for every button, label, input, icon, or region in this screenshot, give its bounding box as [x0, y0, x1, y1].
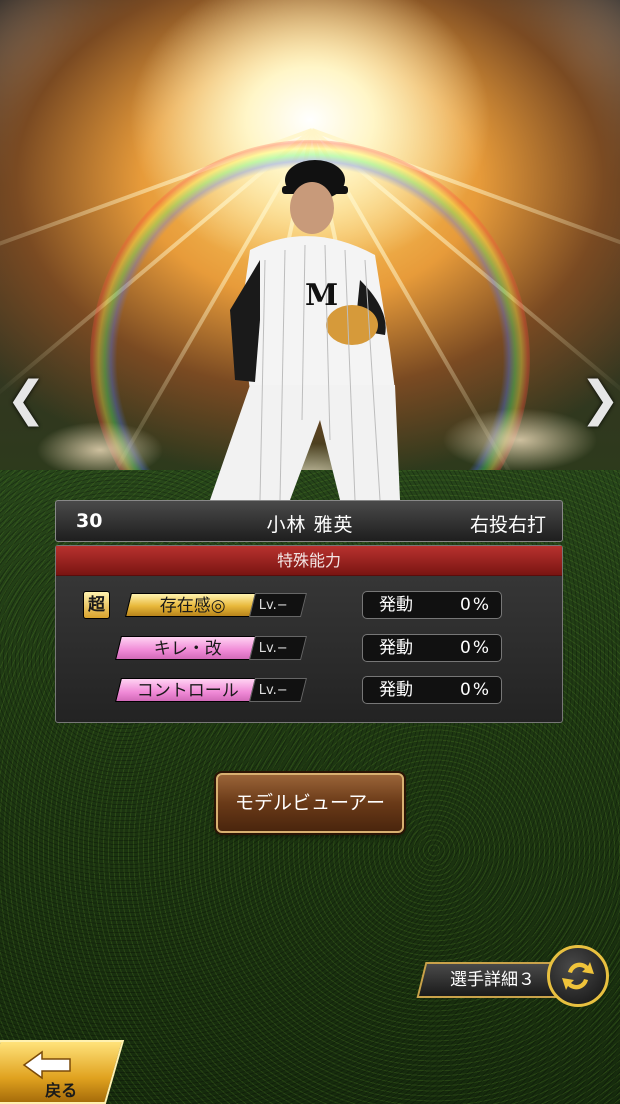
special-abilities-panel: 特殊能力 超 存在感◎ Lv.− 発動 0% キレ・改 Lv.− 発動 0% コ… [55, 545, 563, 723]
next-player-arrow[interactable]: ❯ [580, 375, 620, 423]
prev-player-arrow[interactable]: ❮ [6, 375, 46, 423]
swap-icon[interactable] [547, 945, 609, 1007]
svg-text:M: M [305, 278, 338, 313]
ability-level: Lv.− [249, 636, 307, 660]
ability-tag: キレ・改 [115, 636, 261, 660]
abilities-header: 特殊能力 [56, 546, 562, 576]
ability-row: キレ・改 Lv.− 発動 0% [56, 634, 564, 664]
ability-name: 存在感◎ [159, 596, 226, 616]
back-button[interactable]: 戻る [0, 1040, 125, 1104]
back-label: 戻る [45, 1081, 78, 1100]
ability-name: コントロール [136, 681, 239, 701]
trigger-percent: 0% [460, 680, 491, 700]
back-arrow-icon [22, 1050, 71, 1080]
player-detail-button[interactable]: 選手詳細３ [416, 962, 568, 998]
ability-level: Lv.− [249, 678, 307, 702]
throws-bats: 右投右打 [469, 514, 546, 536]
super-badge: 超 [83, 591, 110, 619]
player-detail-label: 選手詳細３ [449, 970, 535, 990]
ability-name: キレ・改 [153, 639, 222, 659]
trigger-label: 発動 [379, 595, 413, 615]
trigger-percent: 0% [460, 638, 491, 658]
trigger-percent: 0% [460, 595, 491, 615]
ability-level: Lv.− [249, 593, 307, 617]
trigger-label: 発動 [379, 638, 413, 658]
player-image: M [210, 160, 400, 501]
ability-row: 超 存在感◎ Lv.− 発動 0% [56, 591, 564, 621]
trigger-rate: 発動 0% [362, 591, 502, 619]
trigger-rate: 発動 0% [362, 676, 502, 704]
player-info-bar: 30 小林 雅英 右投右打 [55, 500, 563, 542]
model-viewer-button[interactable]: モデルビューアー [216, 773, 404, 833]
trigger-rate: 発動 0% [362, 634, 502, 662]
trigger-label: 発動 [379, 680, 413, 700]
ability-row: コントロール Lv.− 発動 0% [56, 676, 564, 706]
ability-tag: 存在感◎ [125, 593, 261, 617]
ability-tag: コントロール [115, 678, 261, 702]
